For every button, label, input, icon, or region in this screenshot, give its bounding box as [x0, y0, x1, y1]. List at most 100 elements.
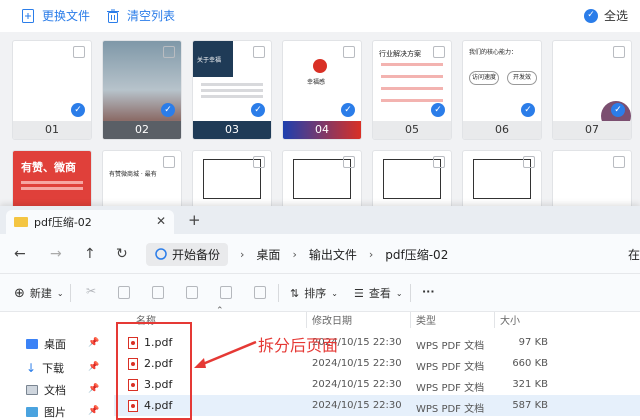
file-size: 587 KB	[512, 400, 548, 411]
replace-file-button[interactable]: 更换文件	[20, 7, 90, 24]
breadcrumb-item[interactable]: 输出文件	[309, 246, 357, 263]
view-button[interactable]: ☰ 查看 ⌄	[354, 285, 403, 301]
check-icon[interactable]: ✓	[521, 103, 535, 117]
copy-icon[interactable]	[118, 286, 130, 299]
check-icon[interactable]: ✓	[251, 103, 265, 117]
sidebar-label: 下载	[42, 362, 65, 375]
file-size: 660 KB	[512, 358, 548, 369]
view-icon: ☰	[354, 286, 364, 300]
new-label: 新建	[29, 287, 52, 300]
sort-button[interactable]: ⇅ 排序 ⌄	[290, 285, 338, 301]
replace-file-label: 更换文件	[42, 9, 91, 23]
sidebar-label: 文档	[44, 384, 66, 397]
slide-title: 关于幸福	[193, 41, 233, 77]
file-row[interactable]: 3.pdf 2024/10/15 22:30 WPS PDF 文档 321 KB	[114, 374, 640, 395]
slide-box: 访问速度	[469, 71, 499, 85]
up-icon[interactable]: ↑	[84, 246, 96, 262]
sidebar-item-documents[interactable]: 文档	[26, 382, 66, 398]
pin-icon[interactable]: 📌	[88, 338, 99, 348]
expand-icon[interactable]	[433, 156, 445, 168]
check-icon[interactable]: ✓	[611, 103, 625, 117]
close-icon[interactable]: ✕	[156, 214, 166, 228]
page-thumb[interactable]: ✓ 07	[552, 40, 632, 140]
new-button[interactable]: ⊕ 新建 ⌄	[14, 285, 64, 301]
page-thumb[interactable]: 幸福感 ✓ 04	[282, 40, 362, 140]
share-icon[interactable]	[220, 286, 232, 299]
select-all-label: 全选	[603, 9, 628, 23]
paste-icon[interactable]	[152, 286, 164, 299]
expand-icon[interactable]	[73, 46, 85, 58]
sidebar-item-pictures[interactable]: 图片	[26, 404, 66, 420]
expand-icon[interactable]	[613, 156, 625, 168]
rename-icon[interactable]	[186, 286, 198, 299]
annotation-arrow	[194, 340, 257, 368]
expand-icon[interactable]	[253, 156, 265, 168]
breadcrumb-label: 开始备份	[172, 247, 221, 262]
delete-icon[interactable]	[254, 286, 266, 299]
page-number: 05	[373, 121, 451, 139]
cloud-backup-icon	[155, 248, 167, 260]
slide-title: 有赞、微商	[21, 161, 76, 174]
file-date: 2024/10/15 22:30	[312, 400, 402, 411]
page-thumb[interactable]: ✓ 02	[102, 40, 182, 140]
page-thumb[interactable]: 关于幸福 ✓ 03	[192, 40, 272, 140]
file-explorer-window: pdf压缩-02 ✕ + ← → ↑ ↻ 开始备份 › 桌面 › 输出文件 › …	[0, 206, 640, 420]
page-number: 03	[193, 121, 271, 139]
search-box-partial[interactable]: 在	[628, 246, 640, 263]
back-icon[interactable]: ←	[14, 246, 26, 262]
sidebar-label: 图片	[44, 406, 66, 419]
forward-icon[interactable]: →	[50, 246, 62, 262]
breadcrumb: 开始备份 › 桌面 › 输出文件 › pdf压缩-02	[146, 242, 448, 266]
check-icon[interactable]: ✓	[341, 103, 355, 117]
expand-icon[interactable]	[343, 46, 355, 58]
expand-icon[interactable]	[163, 156, 175, 168]
expand-icon[interactable]	[163, 46, 175, 58]
sidebar-item-desktop[interactable]: 桌面	[26, 336, 66, 352]
cut-icon[interactable]: ✂	[86, 284, 98, 298]
more-options-button[interactable]: ···	[422, 285, 435, 298]
pin-icon[interactable]: 📌	[88, 384, 99, 394]
refresh-icon[interactable]: ↻	[116, 246, 128, 262]
page-number: 01	[13, 121, 91, 139]
expand-icon[interactable]	[433, 46, 445, 58]
new-tab-icon[interactable]: +	[188, 211, 201, 229]
desktop-icon	[26, 339, 38, 349]
slide-title: 我们的核心能力：	[469, 49, 518, 56]
column-header-date[interactable]: 修改日期	[312, 312, 352, 327]
sidebar-item-downloads[interactable]: ↓ 下载	[26, 360, 64, 376]
explorer-tab[interactable]: pdf压缩-02 ✕	[6, 210, 174, 234]
expand-icon[interactable]	[523, 156, 535, 168]
file-type: WPS PDF 文档	[416, 404, 485, 415]
page-number: 06	[463, 121, 541, 139]
clear-list-button[interactable]: 清空列表	[105, 7, 175, 24]
page-thumb[interactable]: 行业解决方案 ✓ 05	[372, 40, 452, 140]
check-icon[interactable]: ✓	[161, 103, 175, 117]
breadcrumb-item[interactable]: pdf压缩-02	[385, 246, 448, 263]
check-icon: ✓	[583, 8, 598, 23]
pin-icon[interactable]: 📌	[88, 362, 99, 372]
check-icon[interactable]: ✓	[431, 103, 445, 117]
file-row[interactable]: 4.pdf 2024/10/15 22:30 WPS PDF 文档 587 KB	[114, 395, 640, 416]
column-header-size[interactable]: 大小	[500, 312, 520, 327]
expand-icon[interactable]	[343, 156, 355, 168]
expand-icon[interactable]	[253, 46, 265, 58]
pin-icon[interactable]: 📌	[88, 406, 99, 416]
highlight-box	[116, 322, 192, 420]
navigation-bar: ← → ↑ ↻ 开始备份 › 桌面 › 输出文件 › pdf压缩-02 在	[0, 234, 640, 274]
folder-icon	[14, 217, 28, 227]
chevron-right-icon: ›	[292, 247, 297, 261]
breadcrumb-item[interactable]: 开始备份	[146, 242, 229, 266]
tab-title: pdf压缩-02	[34, 216, 92, 229]
sort-caret-icon: ⌃	[216, 306, 224, 316]
breadcrumb-item[interactable]: 桌面	[256, 246, 280, 263]
picture-icon	[26, 407, 38, 417]
chevron-right-icon: ›	[240, 247, 245, 261]
file-type: WPS PDF 文档	[416, 383, 485, 394]
expand-icon[interactable]	[613, 46, 625, 58]
page-thumb[interactable]: ✓ 01	[12, 40, 92, 140]
page-number: 02	[103, 121, 181, 139]
check-icon[interactable]: ✓	[71, 103, 85, 117]
page-thumb[interactable]: 我们的核心能力： 访问速度 开发效 ✓ 06	[462, 40, 542, 140]
column-header-type[interactable]: 类型	[416, 312, 436, 327]
select-all-toggle[interactable]: ✓ 全选	[583, 7, 628, 24]
